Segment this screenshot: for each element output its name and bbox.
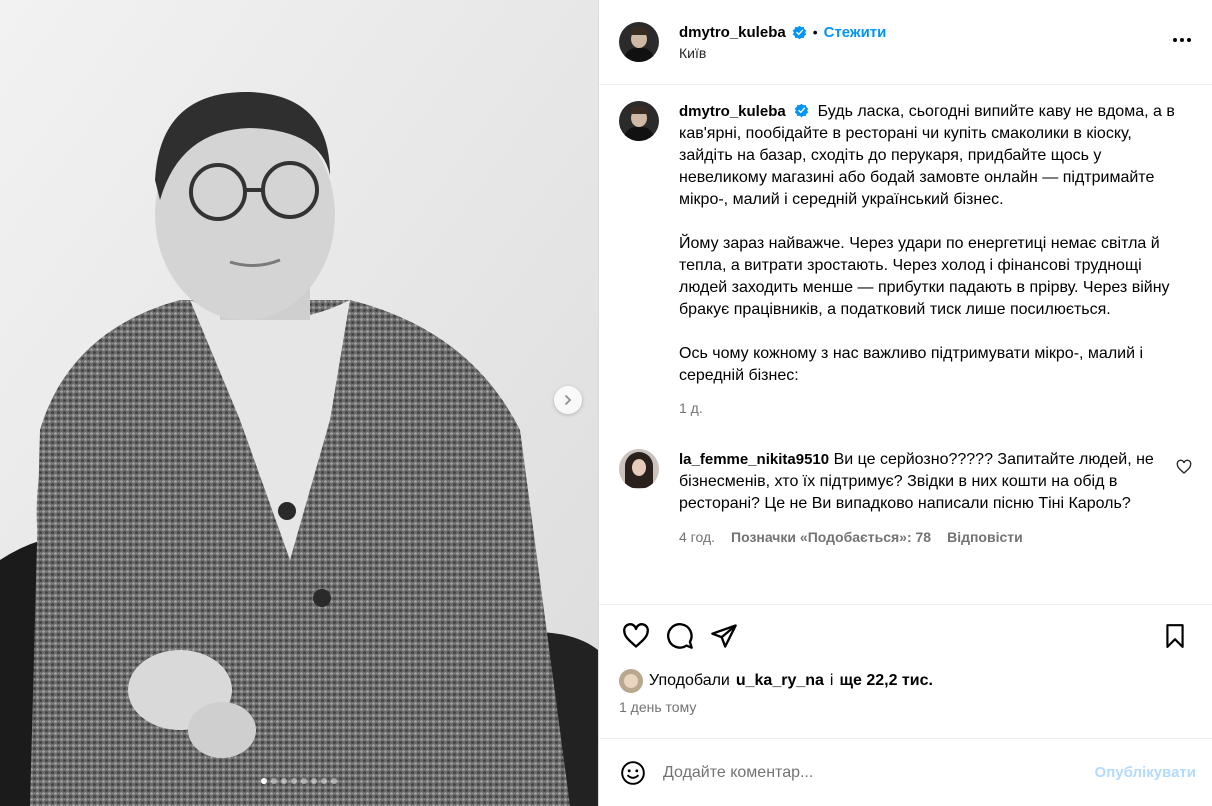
carousel-dot	[281, 778, 287, 784]
liker-username[interactable]: u_ka_ry_na	[736, 672, 824, 690]
more-options-button[interactable]	[1170, 28, 1194, 52]
caption-author-avatar[interactable]	[619, 101, 659, 141]
save-button[interactable]	[1158, 619, 1192, 653]
comment-button[interactable]	[663, 619, 697, 653]
author-avatar[interactable]	[619, 22, 659, 62]
like-button[interactable]	[619, 619, 653, 653]
caption-timestamp[interactable]: 1 д.	[679, 397, 1189, 419]
emoji-button[interactable]	[619, 759, 647, 787]
carousel-next-button[interactable]	[554, 386, 582, 414]
post-date[interactable]: 1 день тому	[599, 696, 1212, 718]
liker-avatar[interactable]	[619, 669, 643, 693]
post-location[interactable]: Київ	[679, 45, 886, 61]
comment-like-icon[interactable]	[1176, 459, 1192, 475]
post-photo	[0, 0, 598, 806]
comment-timestamp[interactable]: 4 год.	[679, 529, 715, 545]
post-actions-bar	[599, 604, 1212, 666]
comment-likes-count[interactable]: Позначки «Подобається»: 78	[731, 529, 931, 545]
separator-bullet: •	[812, 24, 818, 40]
share-button[interactable]	[707, 619, 741, 653]
comment-icon	[667, 622, 693, 649]
reply-button[interactable]: Відповісти	[947, 529, 1023, 545]
carousel-dot	[291, 778, 297, 784]
carousel-indicators	[0, 778, 598, 784]
bookmark-icon	[1166, 623, 1184, 648]
likes-summary: Уподобали u_ka_ry_na і ще 22,2 тис.	[599, 666, 1212, 696]
carousel-dot	[271, 778, 277, 784]
comments-area[interactable]: dmytro_kuleba Будь ласка, сьогодні випий…	[599, 85, 1212, 604]
emoji-icon	[621, 760, 645, 785]
post-header: dmytro_kuleba • Стежити Київ	[599, 0, 1212, 85]
carousel-dot	[331, 778, 337, 784]
likes-count-link[interactable]: ще 22,2 тис.	[839, 672, 932, 690]
verified-badge-icon	[794, 103, 809, 118]
caption-author-username[interactable]: dmytro_kuleba	[679, 103, 786, 120]
add-comment-bar: Опублікувати	[599, 738, 1212, 806]
more-options-icon	[1173, 38, 1191, 42]
follow-button[interactable]: Стежити	[824, 24, 887, 41]
commenter-avatar[interactable]	[619, 449, 659, 489]
post-caption: dmytro_kuleba Будь ласка, сьогодні випий…	[619, 101, 1192, 419]
post-media	[0, 0, 598, 806]
post-dialog: dmytro_kuleba • Стежити Київ dmytro_kule…	[0, 0, 1212, 806]
author-username[interactable]: dmytro_kuleba	[679, 24, 786, 41]
caption-paragraph-1: dmytro_kuleba Будь ласка, сьогодні випий…	[679, 101, 1189, 211]
publish-button[interactable]: Опублікувати	[1095, 764, 1196, 781]
carousel-dot	[321, 778, 327, 784]
likes-conjunction: і	[829, 672, 834, 689]
heart-icon	[623, 622, 649, 648]
likes-prefix: Уподобали	[649, 672, 730, 689]
verified-badge-icon	[792, 25, 806, 39]
comment-item: la_femme_nikita9510 Ви це серйозно????? …	[619, 449, 1192, 545]
chevron-right-icon	[565, 395, 572, 405]
carousel-dot	[261, 778, 267, 784]
caption-paragraph-2: Йому зараз найважче. Через удари по енер…	[679, 235, 1170, 318]
carousel-dot	[311, 778, 317, 784]
post-side-panel: dmytro_kuleba • Стежити Київ dmytro_kule…	[598, 0, 1212, 806]
share-icon	[711, 623, 737, 648]
caption-paragraph-3: Ось чому кожному з нас важливо підтримув…	[679, 345, 1144, 384]
commenter-username[interactable]: la_femme_nikita9510	[679, 451, 829, 468]
carousel-dot	[301, 778, 307, 784]
comment-input[interactable]	[663, 763, 1095, 782]
